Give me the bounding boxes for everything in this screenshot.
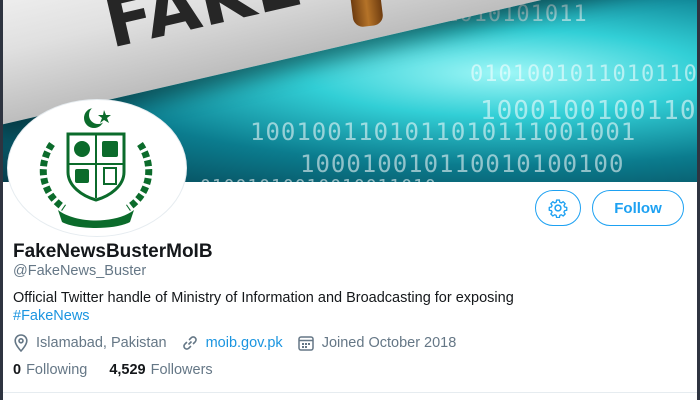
website-link[interactable]: moib.gov.pk xyxy=(206,335,283,351)
binary-text: 01001010010010011010 xyxy=(200,176,437,182)
profile-bio: Official Twitter handle of Ministry of I… xyxy=(13,289,673,325)
calendar-icon xyxy=(297,336,314,351)
following-label: Following xyxy=(26,362,88,378)
following-count: 0 xyxy=(13,362,22,378)
link-icon xyxy=(182,336,197,350)
binary-text: 1001001101011010111001001 xyxy=(250,118,637,146)
binary-text: 100010010110010100100 xyxy=(300,150,625,178)
emblem-icon xyxy=(39,106,153,228)
gear-icon xyxy=(548,199,568,218)
hashtag-link[interactable]: #FakeNews xyxy=(13,308,90,324)
location: Islamabad, Pakistan xyxy=(13,334,167,352)
following-stat[interactable]: 0 Following xyxy=(13,362,87,378)
profile-card: 01101001110101010101011 1010010100101001… xyxy=(0,0,700,400)
divider xyxy=(0,392,700,393)
follow-button[interactable]: Follow xyxy=(592,190,684,226)
followers-count: 4,529 xyxy=(109,362,146,378)
profile-name[interactable]: FakeNewsBusterMoIB xyxy=(13,241,213,263)
location-text: Islamabad, Pakistan xyxy=(36,335,167,351)
joined-text: Joined October 2018 xyxy=(321,335,457,351)
website: moib.gov.pk xyxy=(181,334,283,352)
binary-text: 0101001011010110101100 xyxy=(470,62,700,87)
bio-text: Official Twitter handle of Ministry of I… xyxy=(13,290,514,306)
joined-date: Joined October 2018 xyxy=(297,334,457,352)
followers-stat[interactable]: 4,529 Followers xyxy=(109,362,212,378)
avatar[interactable] xyxy=(8,100,186,236)
profile-handle[interactable]: @FakeNews_Buster xyxy=(13,263,146,279)
location-pin-icon xyxy=(14,334,28,352)
profile-stats: 0 Following 4,529 Followers xyxy=(13,362,235,378)
followers-label: Followers xyxy=(150,362,213,378)
profile-meta: Islamabad, Pakistan moib.gov.pk Joined O… xyxy=(13,334,470,352)
settings-button[interactable] xyxy=(535,190,581,226)
